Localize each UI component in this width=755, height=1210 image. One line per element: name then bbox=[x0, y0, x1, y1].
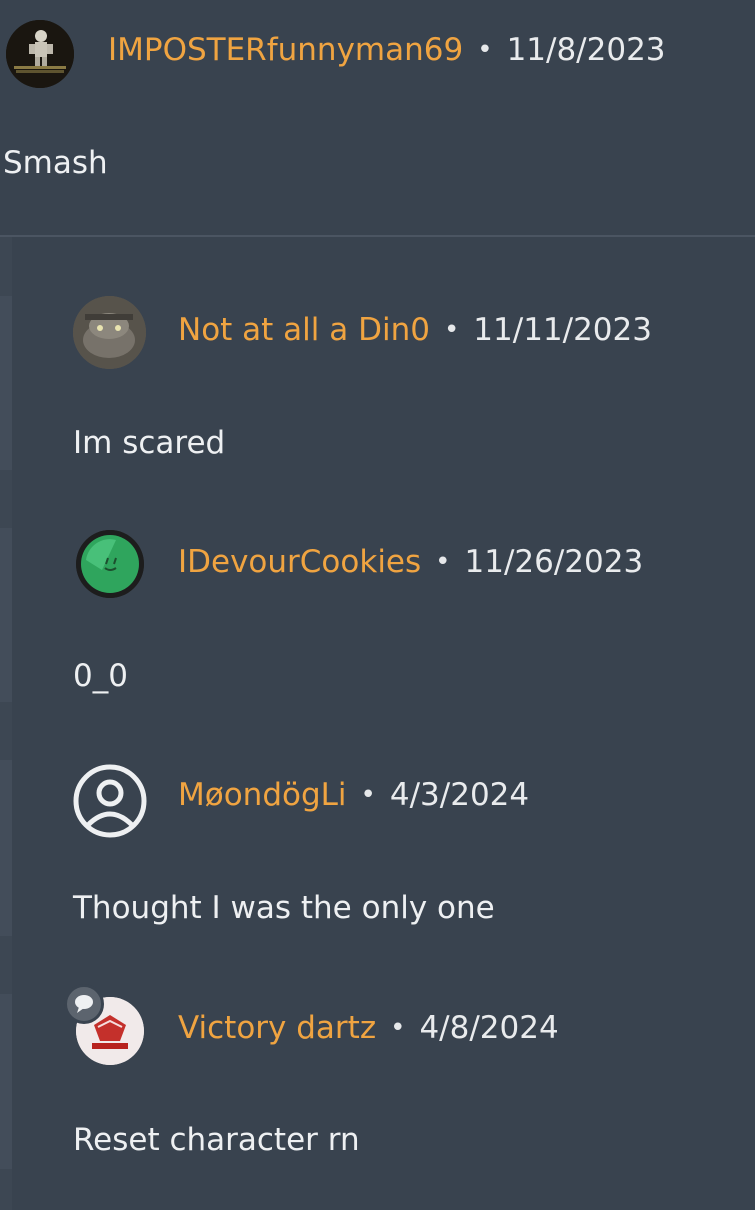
avatar-imposterfunnyman69[interactable] bbox=[6, 20, 74, 88]
meta-separator: • bbox=[390, 1013, 406, 1043]
username-link[interactable]: Not at all a Din0 bbox=[178, 310, 430, 350]
reply-meta: Victory dartz • 4/8/2024 bbox=[178, 1008, 559, 1048]
reply-text: Im scared bbox=[73, 425, 226, 461]
username-link[interactable]: MøondögLi bbox=[178, 775, 347, 815]
reply-date: 4/3/2024 bbox=[389, 777, 530, 813]
speech-bubble-icon bbox=[64, 984, 104, 1024]
reply-meta: IDevourCookies • 11/26/2023 bbox=[178, 542, 643, 582]
comment-divider bbox=[0, 235, 755, 237]
reply-date: 4/8/2024 bbox=[419, 1010, 559, 1046]
avatar-moondogli[interactable] bbox=[72, 763, 148, 839]
reply-date: 11/11/2023 bbox=[473, 312, 652, 348]
username-link[interactable]: Victory dartz bbox=[178, 1008, 376, 1048]
meta-separator: • bbox=[435, 547, 451, 577]
user-circle-icon bbox=[73, 764, 147, 838]
dinosaur-icon bbox=[73, 296, 146, 369]
thread-line[interactable] bbox=[0, 296, 12, 470]
reply-text: Reset character rn bbox=[73, 1122, 360, 1158]
meta-separator: • bbox=[477, 35, 493, 65]
comment-thread: IMPOSTERfunnyman69 • 11/8/2023 Smash Not… bbox=[0, 0, 755, 1210]
avatar-not-at-all-a-din0[interactable] bbox=[73, 296, 146, 369]
reply-date: 11/26/2023 bbox=[464, 544, 644, 580]
meta-separator: • bbox=[360, 780, 376, 810]
username-link[interactable]: IMPOSTERfunnyman69 bbox=[108, 30, 463, 70]
comment-text: Smash bbox=[3, 145, 108, 181]
thread-line[interactable] bbox=[0, 528, 12, 702]
reply-meta: MøondögLi • 4/3/2024 bbox=[178, 775, 529, 815]
reply-meta: Not at all a Din0 • 11/11/2023 bbox=[178, 310, 652, 350]
meta-separator: • bbox=[443, 315, 460, 345]
comment-date: 11/8/2023 bbox=[506, 32, 666, 68]
green-slime-icon bbox=[76, 530, 144, 598]
comment-meta: IMPOSTERfunnyman69 • 11/8/2023 bbox=[108, 30, 666, 70]
thread-line[interactable] bbox=[0, 994, 12, 1169]
username-link[interactable]: IDevourCookies bbox=[178, 542, 421, 582]
thread-line[interactable] bbox=[0, 760, 12, 936]
pixel-character-icon bbox=[6, 20, 74, 88]
avatar-idevourcookies[interactable] bbox=[76, 530, 144, 598]
reply-text: 0_0 bbox=[73, 658, 128, 694]
reply-text: Thought I was the only one bbox=[73, 890, 495, 926]
